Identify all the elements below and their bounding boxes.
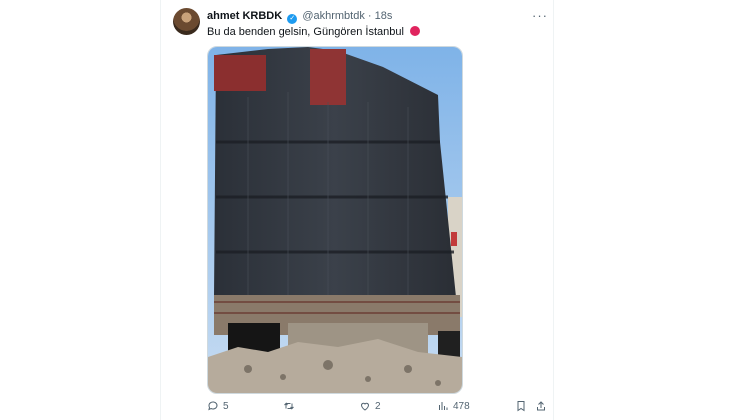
reply-count: 5 [223, 400, 229, 412]
share-icon [537, 401, 545, 411]
retweet-button[interactable] [283, 400, 299, 412]
avatar[interactable] [173, 8, 200, 35]
author-handle[interactable]: @akhrmbtdk [302, 10, 365, 22]
bookmark-button[interactable] [515, 400, 527, 412]
views-button[interactable]: 478 [437, 400, 470, 412]
tweet-text: Bu da benden gelsin, Güngören İstanbul [207, 26, 404, 38]
building-photo-image [208, 47, 462, 393]
tweet-header: ahmet KRBDK ✓ @akhrmbtdk · 18s [207, 10, 392, 24]
more-horizontal-icon[interactable]: ··· [532, 8, 548, 23]
reply-button[interactable]: 5 [207, 400, 229, 412]
bookmark-icon [517, 401, 525, 412]
tweet-photo[interactable] [207, 46, 463, 394]
tweet-text-container: Bu da benden gelsin, Güngören İstanbul [207, 26, 420, 38]
views-count: 478 [453, 400, 470, 412]
tweet-card[interactable]: ahmet KRBDK ✓ @akhrmbtdk · 18s ··· Bu da… [160, 0, 554, 420]
tweet-actions: 5 2 478 [207, 400, 547, 416]
tweet-time[interactable]: 18s [375, 10, 393, 22]
like-button[interactable]: 2 [359, 400, 381, 412]
views-bar-chart-icon [439, 402, 448, 410]
meta-separator: · [367, 10, 372, 22]
share-button[interactable] [535, 400, 547, 412]
angry-face-emoji-icon [410, 26, 420, 36]
retweet-icon [284, 402, 294, 410]
like-count: 2 [375, 400, 381, 412]
like-heart-icon [360, 402, 370, 411]
verified-badge-icon: ✓ [287, 14, 298, 24]
author-display-name[interactable]: ahmet KRBDK [207, 10, 282, 22]
reply-icon [208, 401, 218, 411]
